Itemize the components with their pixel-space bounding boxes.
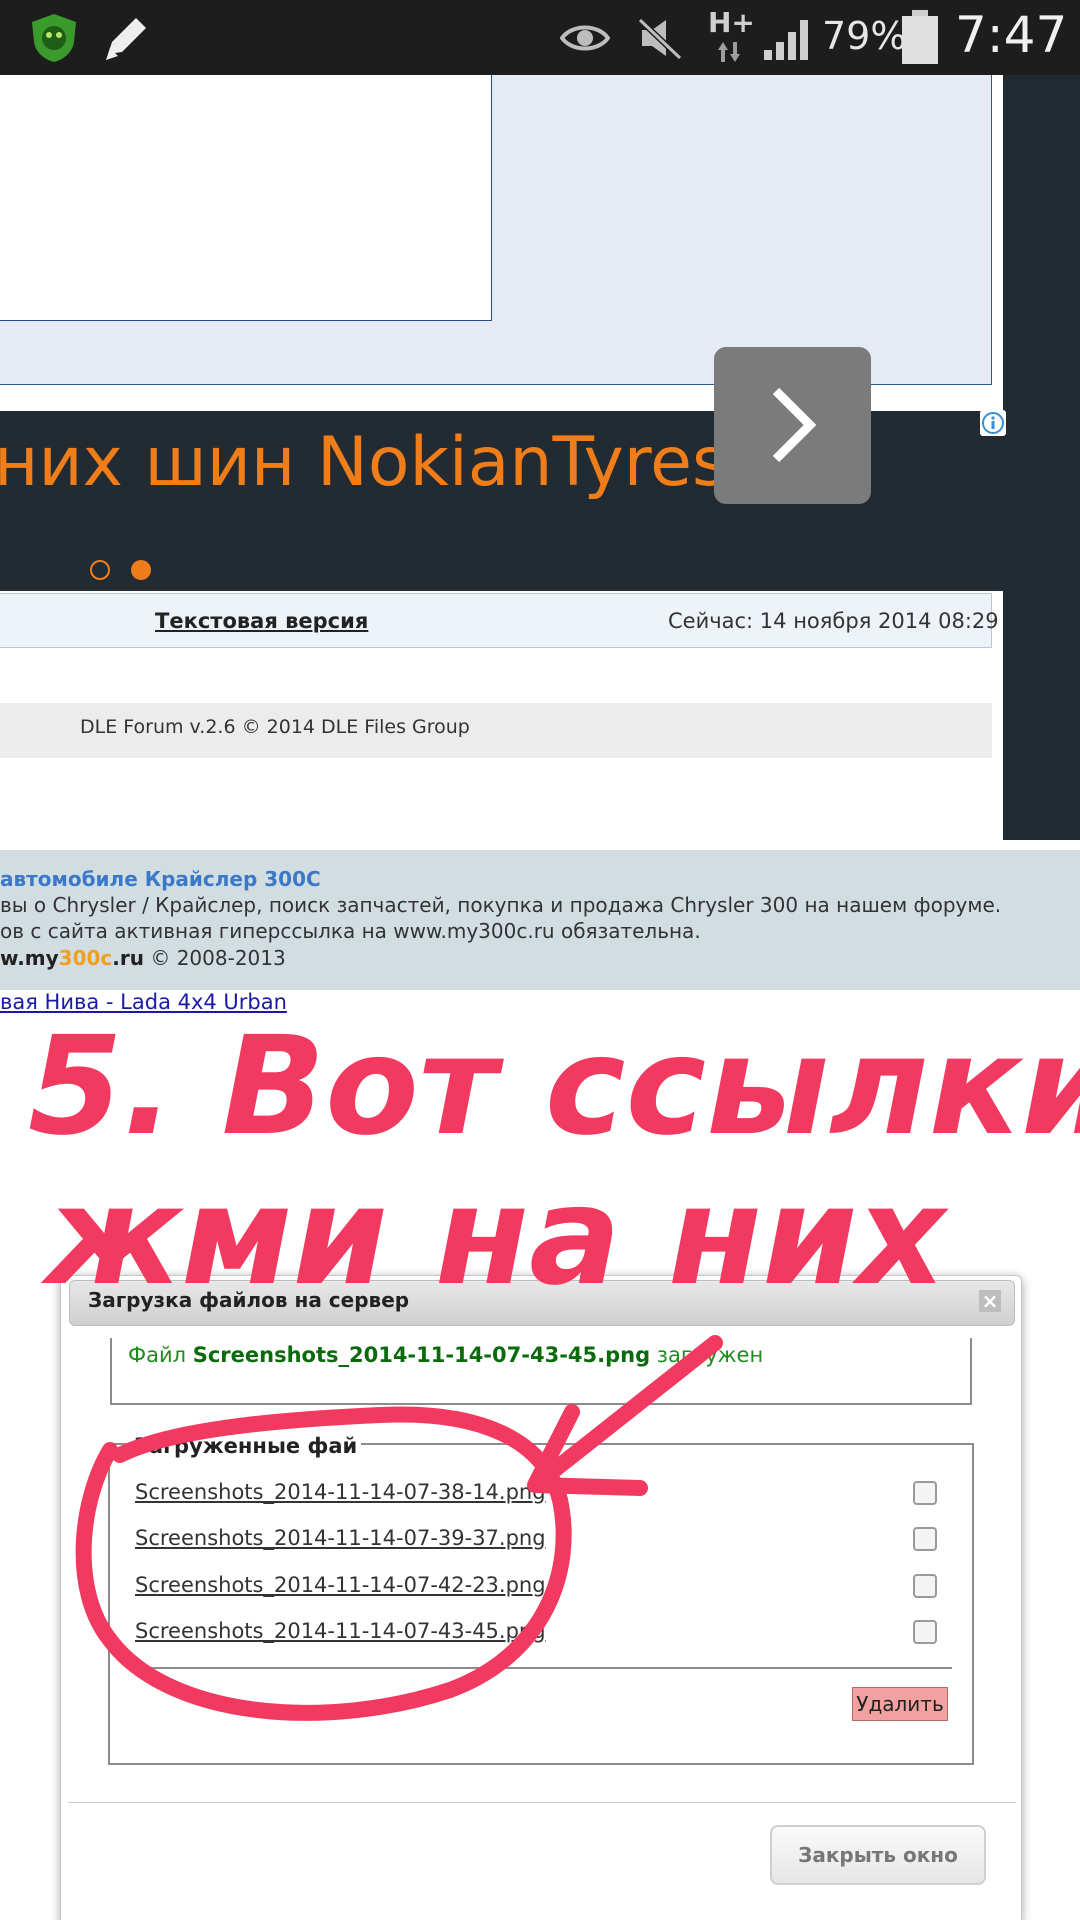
site-footer-line-1: вы о Chrysler / Крайслер, поиск запчасте… xyxy=(0,893,1002,917)
ad-pager-dot-1[interactable] xyxy=(90,560,110,580)
dialog-divider xyxy=(68,1802,1016,1803)
ad-info-button[interactable] xyxy=(980,410,1006,436)
upload-message-suffix: загружен xyxy=(650,1343,764,1367)
file-link-2[interactable]: Screenshots_2014-11-14-07-39-37.png xyxy=(135,1526,546,1550)
site-footer: автомобиле Крайслер 300С вы о Chrysler /… xyxy=(0,850,1080,990)
clock: 7:47 xyxy=(955,6,1068,64)
close-icon[interactable]: × xyxy=(979,1290,1001,1312)
domain-highlight: 300c xyxy=(58,946,113,970)
copyright-years: © 2008-2013 xyxy=(150,946,286,970)
upload-message-prefix: Файл xyxy=(128,1343,193,1367)
site-footer-line-2: ов с сайта активная гиперссылка на www.m… xyxy=(0,919,701,943)
reply-form-panel xyxy=(0,75,992,385)
file-link-1[interactable]: Screenshots_2014-11-14-07-38-14.png xyxy=(135,1480,546,1504)
close-window-button[interactable]: Закрыть окно xyxy=(770,1825,986,1885)
file-checkbox-4[interactable] xyxy=(913,1620,937,1644)
site-footer-title[interactable]: автомобиле Крайслер 300С xyxy=(0,867,321,891)
mute-icon xyxy=(637,17,683,60)
delete-button[interactable]: Удалить xyxy=(852,1687,948,1721)
message-textarea[interactable] xyxy=(0,75,492,321)
screen: H+ 79% 7:47 них шин NokianTyres Текстова… xyxy=(0,0,1080,1920)
battery-percent: 79% xyxy=(822,14,907,58)
ad-text: них шин NokianTyres xyxy=(0,423,728,502)
file-link-4[interactable]: Screenshots_2014-11-14-07-43-45.png xyxy=(135,1619,546,1643)
upload-status-message: Файл Screenshots_2014-11-14-07-43-45.png… xyxy=(128,1343,763,1367)
file-checkbox-1[interactable] xyxy=(913,1481,937,1505)
dialog-title: Загрузка файлов на сервер xyxy=(88,1288,410,1312)
network-type-label: H+ xyxy=(708,6,755,39)
ad-pager-dot-2[interactable] xyxy=(131,560,151,580)
battery-icon xyxy=(902,10,938,64)
niva-link[interactable]: вая Нива - Lada 4x4 Urban xyxy=(0,990,287,1014)
domain-prefix: w.my xyxy=(0,946,59,970)
uploaded-files-legend: Загруженные фай xyxy=(130,1434,362,1458)
eye-icon xyxy=(560,25,610,51)
current-time-label: Сейчас: 14 ноября 2014 08:29 xyxy=(668,609,999,633)
status-bar: H+ 79% 7:47 xyxy=(0,0,1080,75)
data-arrows-icon xyxy=(718,42,740,62)
site-footer-domain: w.my300c.ru © 2008-2013 xyxy=(0,946,286,970)
domain-suffix: .ru xyxy=(112,946,144,970)
files-divider xyxy=(135,1667,952,1669)
file-link-3[interactable]: Screenshots_2014-11-14-07-42-23.png xyxy=(135,1573,546,1597)
pencil-icon xyxy=(106,18,146,60)
signal-icon xyxy=(764,20,808,60)
forum-copyright: DLE Forum v.2.6 © 2014 DLE Files Group xyxy=(80,716,470,738)
ad-next-button[interactable] xyxy=(714,347,871,504)
file-checkbox-3[interactable] xyxy=(913,1574,937,1598)
upload-message-file: Screenshots_2014-11-14-07-43-45.png xyxy=(192,1343,651,1367)
file-checkbox-2[interactable] xyxy=(913,1527,937,1551)
text-version-link[interactable]: Текстовая версия xyxy=(155,609,368,633)
antivirus-shield-icon xyxy=(32,14,76,62)
info-icon xyxy=(982,412,1004,434)
page-right-rail xyxy=(1003,75,1080,837)
page-right-rail-lower xyxy=(1003,760,1080,840)
chevron-right-icon xyxy=(772,387,817,463)
